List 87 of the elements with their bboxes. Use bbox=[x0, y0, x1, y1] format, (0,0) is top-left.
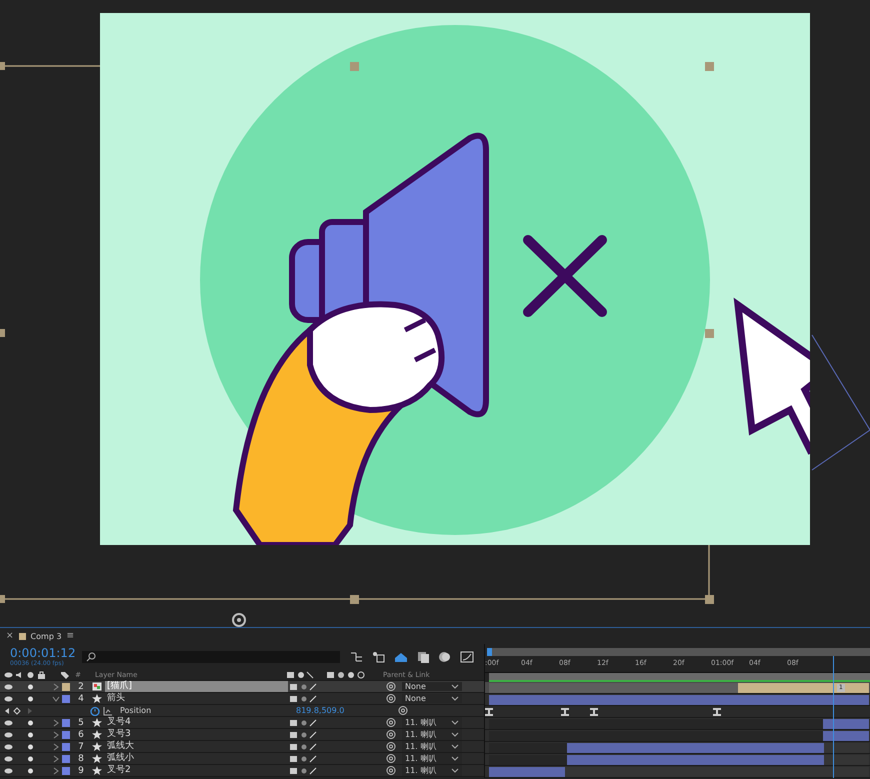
layer-row[interactable]: 5 叉号4 11. 喇叭 bbox=[0, 717, 484, 729]
label-color[interactable] bbox=[62, 730, 70, 738]
layer-number: 4 bbox=[77, 694, 85, 704]
solo-dot-icon[interactable] bbox=[26, 682, 35, 690]
close-tab-button[interactable]: × bbox=[6, 631, 14, 641]
parent-dropdown[interactable]: 11. 喇叭 bbox=[402, 765, 462, 776]
property-name: Position bbox=[120, 706, 152, 715]
layer-row[interactable]: 8 弧线小 11. 喇叭 bbox=[0, 753, 484, 765]
layer-name[interactable]: 叉号4 bbox=[105, 717, 133, 728]
chevron-down-icon[interactable] bbox=[52, 694, 60, 702]
anchor-point-icon[interactable] bbox=[232, 613, 246, 627]
label-color[interactable] bbox=[62, 682, 70, 690]
footage-icon bbox=[92, 682, 102, 691]
layer-switches-icon[interactable] bbox=[288, 766, 318, 774]
parent-dropdown[interactable]: None bbox=[402, 694, 462, 703]
search-field[interactable] bbox=[82, 651, 340, 663]
layer-switches-icon[interactable] bbox=[288, 754, 318, 762]
layer-number: 9 bbox=[77, 766, 85, 776]
parent-dropdown[interactable]: None bbox=[402, 682, 462, 691]
solo-dot-icon[interactable] bbox=[26, 694, 35, 702]
stopwatch-icon[interactable] bbox=[90, 706, 100, 716]
graph-icon[interactable] bbox=[103, 706, 113, 716]
keyframe-icon[interactable] bbox=[713, 708, 721, 716]
label-color[interactable] bbox=[62, 754, 70, 762]
keyframe-icon[interactable] bbox=[590, 708, 598, 716]
label-color[interactable] bbox=[62, 694, 70, 702]
layer-name[interactable]: 弧线大 bbox=[105, 741, 136, 752]
layer-switches-icon[interactable] bbox=[288, 718, 318, 726]
layer-switches-icon[interactable] bbox=[288, 742, 318, 750]
comp-tab[interactable]: Comp 3 bbox=[30, 632, 62, 640]
chevron-right-icon[interactable] bbox=[52, 754, 60, 762]
label-color[interactable] bbox=[62, 718, 70, 726]
parent-dropdown[interactable]: 11. 喇叭 bbox=[402, 717, 462, 728]
chevron-right-icon[interactable] bbox=[52, 766, 60, 774]
graph-editor-icon[interactable] bbox=[460, 651, 474, 663]
layer-name[interactable]: 叉号3 bbox=[105, 729, 133, 740]
label-color[interactable] bbox=[62, 766, 70, 774]
layer-number: 2 bbox=[77, 682, 85, 692]
parent-dropdown[interactable]: 11. 喇叭 bbox=[402, 729, 462, 740]
star-icon bbox=[92, 754, 102, 763]
layer-name[interactable]: 箭头 bbox=[105, 693, 127, 704]
solo-dot-icon[interactable] bbox=[26, 718, 35, 726]
keyframe-navigator-icon[interactable] bbox=[4, 706, 34, 714]
frames-icon[interactable] bbox=[416, 651, 430, 663]
layer-row[interactable]: 4 箭头 None bbox=[0, 693, 484, 705]
chevron-right-icon[interactable] bbox=[52, 718, 60, 726]
star-icon bbox=[92, 694, 102, 703]
solo-dot-icon[interactable] bbox=[26, 742, 35, 750]
chevron-right-icon[interactable] bbox=[52, 682, 60, 690]
motion-blur-icon[interactable] bbox=[438, 651, 452, 663]
chevron-right-icon[interactable] bbox=[52, 742, 60, 750]
comp-color-icon bbox=[18, 632, 26, 640]
layer-number: 8 bbox=[77, 754, 85, 764]
star-icon bbox=[92, 742, 102, 751]
star-icon bbox=[92, 730, 102, 739]
search-icon bbox=[86, 652, 98, 662]
layer-row[interactable]: 7 弧线大 11. 喇叭 bbox=[0, 741, 484, 753]
layer-number: 5 bbox=[77, 718, 85, 728]
layer-number: 6 bbox=[77, 730, 85, 740]
layer-row[interactable]: 2 [猫爪] None bbox=[0, 681, 484, 693]
property-value[interactable]: 819.8,509.0 bbox=[296, 706, 396, 715]
star-icon bbox=[92, 718, 102, 727]
keyframe-icon[interactable] bbox=[485, 708, 493, 716]
flowchart-icon[interactable] bbox=[350, 651, 364, 663]
solo-dot-icon[interactable] bbox=[26, 766, 35, 774]
current-time[interactable]: 0:00:01:12 bbox=[10, 646, 72, 660]
layer-number: 7 bbox=[77, 742, 85, 752]
parent-dropdown[interactable]: 11. 喇叭 bbox=[402, 753, 462, 764]
layer-row[interactable]: 6 叉号3 11. 喇叭 bbox=[0, 729, 484, 741]
parent-dropdown[interactable]: 11. 喇叭 bbox=[402, 741, 462, 752]
tag-icon bbox=[60, 671, 69, 679]
star-icon bbox=[92, 766, 102, 775]
chevron-right-icon[interactable] bbox=[52, 730, 60, 738]
solo-dot-icon[interactable] bbox=[26, 754, 35, 762]
layer-row[interactable]: 9 叉号2 11. 喇叭 bbox=[0, 765, 484, 777]
keyframe-icon[interactable] bbox=[561, 708, 569, 716]
lock-icon bbox=[37, 671, 46, 679]
speaker-icon bbox=[15, 671, 24, 679]
label-color[interactable] bbox=[62, 742, 70, 750]
layer-switches-icon[interactable] bbox=[288, 694, 318, 702]
layer-switches-icon[interactable] bbox=[288, 682, 318, 690]
panel-menu-button[interactable]: ≡ bbox=[66, 631, 74, 641]
layer-switches-icon[interactable] bbox=[288, 730, 318, 738]
layer-name[interactable]: 叉号2 bbox=[105, 765, 133, 776]
solo-dot-icon[interactable] bbox=[26, 730, 35, 738]
solo-icon bbox=[26, 671, 35, 679]
layer-name[interactable]: 弧线小 bbox=[105, 753, 136, 764]
